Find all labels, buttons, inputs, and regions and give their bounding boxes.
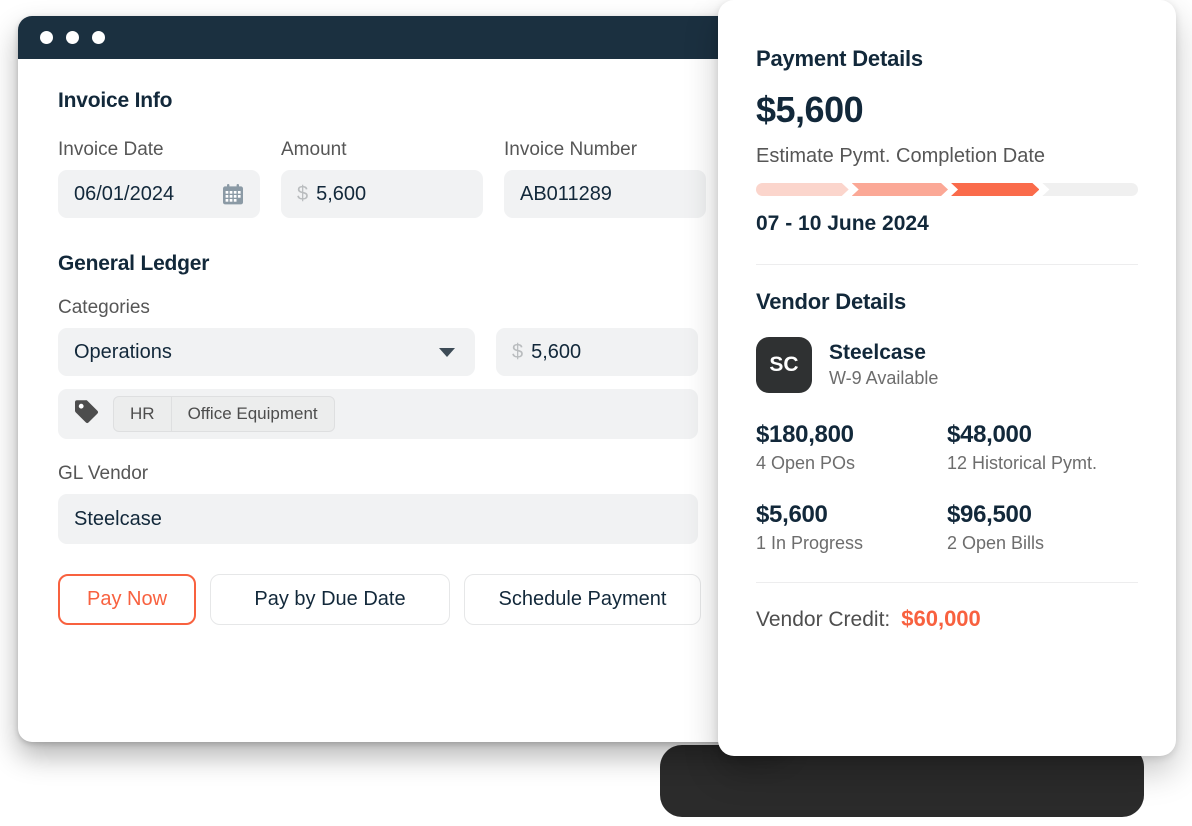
amount-input[interactable]: $ 5,600 [281, 170, 483, 218]
window-body: Invoice Info Invoice Date 06/01/2024 Amo… [18, 59, 784, 625]
general-ledger-title: General Ledger [58, 252, 210, 275]
stat-value: $5,600 [756, 501, 828, 528]
payment-amount: $5,600 [756, 89, 864, 130]
invoice-date-value: 06/01/2024 [74, 182, 175, 205]
schedule-payment-button[interactable]: Schedule Payment [464, 574, 701, 625]
category-selected-value: Operations [74, 340, 172, 363]
gl-amount-value: 5,600 [531, 340, 582, 363]
stat-historical-pymt: $48,000 12 Historical Pymt. [947, 421, 1138, 474]
invoice-number-label: Invoice Number [504, 139, 638, 160]
progress-segment-1 [756, 183, 849, 196]
vendor-credit-value: $60,000 [901, 606, 981, 631]
stat-value: $180,800 [756, 421, 854, 448]
categories-row: Operations $ 5,600 [58, 328, 744, 376]
calendar-icon[interactable] [222, 183, 244, 205]
vendor-details-heading: Vendor Details [756, 289, 907, 314]
invoice-date-label: Invoice Date [58, 139, 164, 160]
pay-by-due-date-button[interactable]: Pay by Due Date [210, 574, 450, 625]
stat-label: 4 Open POs [756, 453, 856, 473]
stat-open-bills: $96,500 2 Open Bills [947, 501, 1138, 554]
tag-chip-hr[interactable]: HR [114, 397, 171, 431]
amount-value: 5,600 [316, 182, 367, 205]
stat-label: 1 In Progress [756, 533, 864, 553]
amount-group: Amount $ 5,600 [281, 139, 483, 218]
amount-currency-symbol: $ [297, 182, 309, 205]
invoice-number-input[interactable]: AB011289 [504, 170, 706, 218]
stat-label: 12 Historical Pymt. [947, 453, 1098, 473]
tag-icon [74, 399, 99, 429]
stat-in-progress: $5,600 1 In Progress [756, 501, 947, 554]
gl-vendor-value: Steelcase [74, 507, 162, 530]
payment-progress-bar [756, 183, 1138, 196]
stat-open-pos: $180,800 4 Open POs [756, 421, 947, 474]
gl-vendor-label: GL Vendor [58, 463, 149, 484]
gl-amount-input[interactable]: $ 5,600 [496, 328, 698, 376]
progress-segment-4 [1042, 183, 1138, 196]
progress-segment-2 [852, 183, 948, 196]
vendor-credit-label: Vendor Credit: [756, 608, 891, 631]
stat-value: $96,500 [947, 501, 1032, 528]
invoice-date-group: Invoice Date 06/01/2024 [58, 139, 260, 218]
vendor-row: SC Steelcase W-9 Available [756, 337, 1138, 393]
action-button-row: Pay Now Pay by Due Date Schedule Payment [58, 574, 744, 625]
tag-chip-office-equipment[interactable]: Office Equipment [170, 397, 334, 431]
payment-details-heading: Payment Details [756, 46, 923, 71]
stat-value: $48,000 [947, 421, 1032, 448]
invoice-info-title: Invoice Info [58, 89, 173, 112]
invoice-date-input[interactable]: 06/01/2024 [58, 170, 260, 218]
vendor-w9-status: W-9 Available [829, 368, 939, 388]
amount-label: Amount [281, 139, 347, 160]
estimate-completion-label: Estimate Pymt. Completion Date [756, 145, 1045, 167]
payment-detail-panel: Payment Details $5,600 Estimate Pymt. Co… [718, 0, 1176, 756]
close-icon[interactable] [40, 31, 53, 44]
minimize-icon[interactable] [66, 31, 79, 44]
invoice-number-group: Invoice Number AB011289 [504, 139, 706, 218]
vendor-text-group: Steelcase W-9 Available [829, 341, 938, 389]
divider-top [756, 264, 1138, 265]
invoice-fields-row: Invoice Date 06/01/2024 Amount $ 5,600 I… [58, 139, 744, 218]
chevron-down-icon[interactable] [439, 347, 455, 357]
completion-date-value: 07 - 10 June 2024 [756, 212, 929, 235]
invoice-number-value: AB011289 [520, 182, 612, 205]
vendor-stats-grid: $180,800 4 Open POs $48,000 12 Historica… [756, 421, 1138, 554]
categories-label: Categories [58, 297, 150, 318]
app-window: Invoice Info Invoice Date 06/01/2024 Amo… [18, 16, 784, 742]
progress-segment-3 [951, 183, 1039, 196]
window-titlebar [18, 16, 784, 59]
pay-now-button[interactable]: Pay Now [58, 574, 196, 625]
tag-chip-group: HR Office Equipment [113, 396, 335, 432]
stat-label: 2 Open Bills [947, 533, 1045, 553]
category-select[interactable]: Operations [58, 328, 475, 376]
gl-vendor-input[interactable]: Steelcase [58, 494, 698, 544]
avatar: SC [756, 337, 812, 393]
divider-bottom [756, 582, 1138, 583]
vendor-name: Steelcase [829, 341, 926, 364]
tags-row: HR Office Equipment [58, 389, 698, 439]
maximize-icon[interactable] [92, 31, 105, 44]
gl-amount-currency-symbol: $ [512, 340, 524, 363]
vendor-credit-row: Vendor Credit: $60,000 [756, 606, 1138, 632]
